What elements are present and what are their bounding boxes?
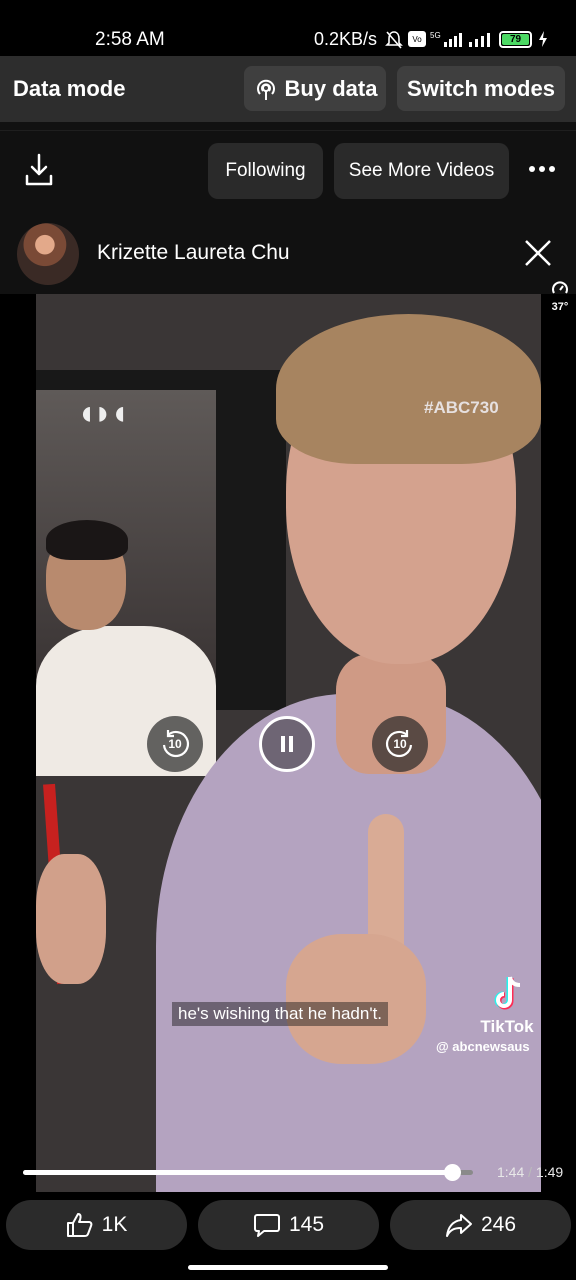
see-more-videos-button[interactable]: See More Videos bbox=[334, 143, 509, 199]
scene-shape bbox=[286, 934, 426, 1064]
download-icon[interactable] bbox=[22, 152, 56, 188]
author-name[interactable]: Krizette Laureta Chu bbox=[97, 241, 290, 265]
data-mode-bar: Data mode Buy data Switch modes bbox=[0, 56, 576, 122]
bell-off-icon bbox=[385, 31, 403, 49]
avatar[interactable] bbox=[17, 223, 79, 285]
signal-5g-icon: 5G bbox=[430, 31, 462, 47]
data-mode-label: Data mode bbox=[13, 76, 126, 101]
charging-icon bbox=[539, 31, 547, 47]
more-options-icon[interactable] bbox=[528, 164, 556, 174]
battery-icon: 79 bbox=[499, 31, 532, 48]
share-icon bbox=[445, 1214, 472, 1237]
video-toolbar: Following See More Videos bbox=[0, 122, 576, 218]
monitor-screen bbox=[36, 390, 216, 776]
buy-data-label: Buy data bbox=[284, 75, 378, 101]
divider bbox=[0, 130, 576, 131]
hashtag-overlay: #ABC730 bbox=[424, 398, 499, 417]
subtitle-caption: he's wishing that he hadn't. bbox=[172, 1002, 389, 1026]
pause-button[interactable] bbox=[259, 716, 315, 772]
progress-bar[interactable] bbox=[23, 1164, 473, 1181]
switch-modes-label: Switch modes bbox=[407, 75, 555, 101]
scene-shape bbox=[46, 520, 128, 560]
like-button[interactable]: 1K bbox=[6, 1200, 187, 1250]
see-more-label: See More Videos bbox=[348, 160, 495, 181]
pause-icon bbox=[281, 736, 293, 752]
like-count: 1K bbox=[101, 1213, 128, 1236]
broadcast-icon bbox=[256, 79, 275, 100]
forward-10-button[interactable]: 10 bbox=[372, 716, 428, 772]
speed-value: 37° bbox=[551, 301, 569, 313]
comment-count: 145 bbox=[288, 1213, 325, 1236]
progress-fill bbox=[23, 1170, 453, 1175]
signal-icon bbox=[469, 33, 490, 47]
share-button[interactable]: 246 bbox=[390, 1200, 571, 1250]
current-time: 1:44 bbox=[497, 1164, 525, 1180]
comment-button[interactable]: 145 bbox=[198, 1200, 379, 1250]
author-row: Krizette Laureta Chu bbox=[0, 218, 576, 294]
tiktok-label: TikTok bbox=[480, 1017, 534, 1036]
tiktok-logo-icon bbox=[494, 976, 521, 1010]
comment-icon bbox=[253, 1214, 280, 1237]
gauge-icon bbox=[552, 281, 568, 294]
following-label: Following bbox=[225, 160, 306, 181]
rewind-seconds: 10 bbox=[168, 737, 182, 751]
abc-logo-icon: ◖◗◖ bbox=[76, 394, 130, 432]
share-count: 246 bbox=[480, 1213, 517, 1236]
volte-icon: Vo bbox=[408, 31, 426, 47]
background-monitor bbox=[36, 370, 286, 776]
status-time: 2:58 AM bbox=[95, 29, 165, 50]
time-separator: / bbox=[528, 1164, 533, 1180]
svg-text:Vo: Vo bbox=[412, 35, 422, 44]
svg-text:5G: 5G bbox=[430, 31, 441, 40]
status-bar: 2:58 AM 0.2KB/s Vo 5G 79 bbox=[0, 0, 576, 56]
forward-seconds: 10 bbox=[393, 737, 407, 751]
home-indicator[interactable] bbox=[188, 1265, 388, 1270]
buy-data-button[interactable]: Buy data bbox=[244, 66, 386, 111]
tiktok-handle: @ abcnewsaus bbox=[436, 1039, 530, 1054]
scene-shape bbox=[36, 854, 106, 984]
time-readout: 1:44 / 1:49 bbox=[497, 1164, 563, 1180]
speed-indicator: 37° bbox=[548, 280, 572, 313]
network-speed: 0.2KB/s bbox=[314, 29, 378, 49]
battery-level: 79 bbox=[502, 34, 529, 45]
following-button[interactable]: Following bbox=[208, 143, 323, 199]
duration: 1:49 bbox=[535, 1164, 564, 1180]
thumbs-up-icon bbox=[66, 1213, 93, 1237]
rewind-10-button[interactable]: 10 bbox=[147, 716, 203, 772]
tiktok-watermark: TikTok bbox=[472, 974, 541, 1037]
scene-shape bbox=[276, 314, 541, 464]
close-icon[interactable] bbox=[523, 238, 553, 268]
switch-modes-button[interactable]: Switch modes bbox=[397, 66, 565, 111]
